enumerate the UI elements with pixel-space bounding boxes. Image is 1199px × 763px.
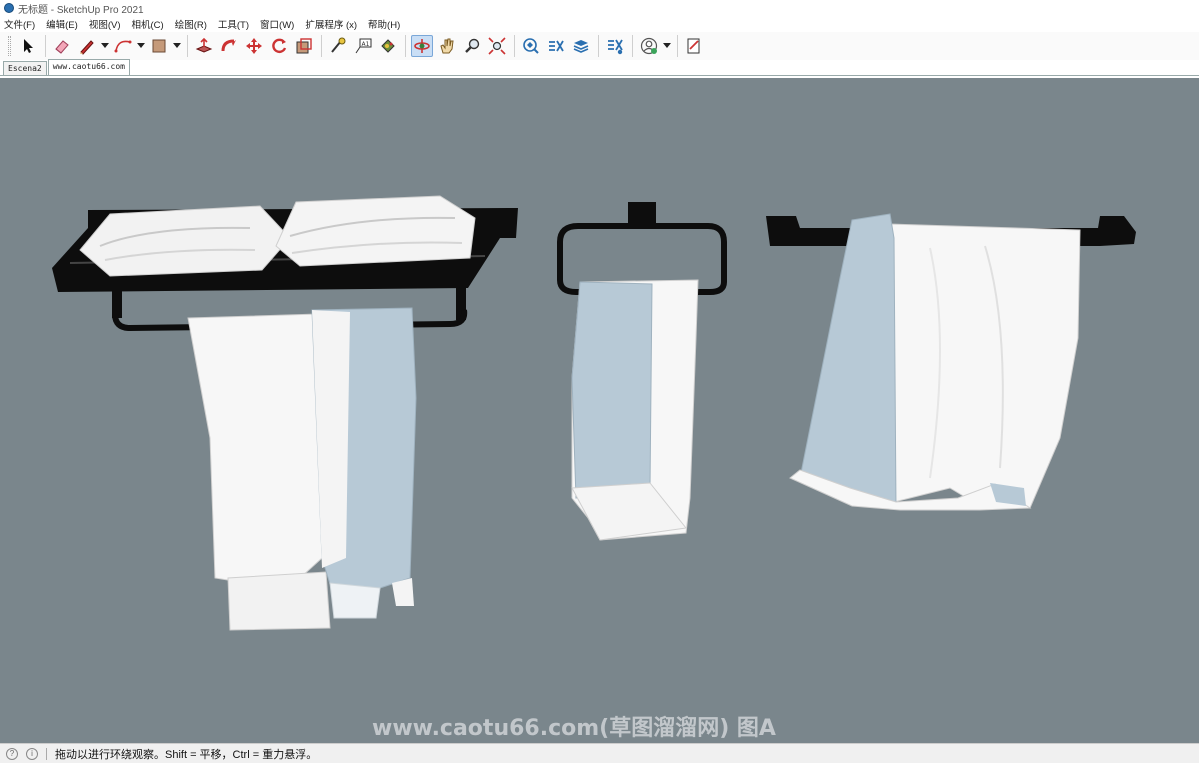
toolbar-separator [677,35,678,57]
zoom-icon[interactable] [461,35,483,57]
toolbar-separator [632,35,633,57]
menu-file[interactable]: 文件(F) [4,17,35,31]
menu-view[interactable]: 视图(V) [89,17,121,31]
status-bar: ? i 拖动以进行环绕观察。Shift = 平移，Ctrl = 重力悬浮。 [0,743,1199,763]
viewport-watermark: www.caotu66.com(草图溜溜网) 图A [372,716,776,741]
pencil-line-icon[interactable] [76,35,98,57]
menu-edit[interactable]: 编辑(E) [46,17,78,31]
scene-render [52,195,1136,631]
geolocation-icon[interactable]: ? [6,747,18,760]
status-separator [46,747,47,760]
arc-icon[interactable] [112,35,134,57]
folded-towel-right [275,195,476,267]
folded-towel-left [79,205,291,277]
menu-camera[interactable]: 相机(C) [131,17,163,31]
select-arrow-icon[interactable] [17,35,39,57]
info-icon[interactable]: i [26,747,38,760]
status-hint-text: 拖动以进行环绕观察。Shift = 平移，Ctrl = 重力悬浮。 [55,748,318,761]
pan-hand-icon[interactable] [436,35,458,57]
zoom-extents-icon[interactable] [486,35,508,57]
window-title: 无标题 - SketchUp Pro 2021 [18,4,144,16]
follow-me-icon[interactable] [218,35,240,57]
title-bar: 无标题 - SketchUp Pro 2021 [0,0,1199,16]
extension-warehouse-icon[interactable] [545,35,567,57]
toolbar-separator [405,35,406,57]
menu-window[interactable]: 窗口(W) [260,17,294,31]
eraser-icon[interactable] [51,35,73,57]
modeling-viewport[interactable]: www.caotu66.com(草图溜溜网) 图A [0,78,1199,743]
toolbar-separator [45,35,46,57]
menu-extensions[interactable]: 扩展程序 (x) [305,17,357,31]
main-toolbar: A1 [0,32,1199,60]
sketchup-logo-icon [4,3,14,13]
text-label-icon[interactable]: A1 [352,35,374,57]
3d-warehouse-icon[interactable] [520,35,542,57]
menu-tools[interactable]: 工具(T) [218,17,249,31]
pencil-dropdown-icon[interactable] [101,35,109,57]
toolbar-separator [598,35,599,57]
hanging-towel-left [187,307,417,631]
account-icon[interactable] [638,35,660,57]
scene-tabs-bar: Escena2 www.caotu66.com [0,59,1199,76]
scene-tab-caotu66[interactable]: www.caotu66.com [47,59,130,75]
menu-bar: 文件(F) 编辑(E) 视图(V) 相机(C) 绘图(R) 工具(T) 窗口(W… [0,16,1199,32]
extension-manager-icon[interactable] [604,35,626,57]
arc-dropdown-icon[interactable] [137,35,145,57]
rotate-icon[interactable] [268,35,290,57]
towel-ring-holder [557,202,727,295]
svg-text:A1: A1 [362,41,370,48]
scene-tab-escena2[interactable]: Escena2 [3,61,47,75]
toolbar-grip-handle[interactable] [8,36,11,56]
toolbar-separator [321,35,322,57]
account-dropdown-icon[interactable] [663,35,671,57]
scale-icon[interactable] [293,35,315,57]
toolbar-separator [514,35,515,57]
shape-dropdown-icon[interactable] [173,35,181,57]
layout-icon[interactable] [570,35,592,57]
menu-draw[interactable]: 绘图(R) [175,17,207,31]
tape-measure-icon[interactable] [327,35,349,57]
rectangle-shape-icon[interactable] [148,35,170,57]
orbit-icon[interactable] [411,35,433,57]
paint-bucket-icon[interactable] [377,35,399,57]
push-pull-icon[interactable] [193,35,215,57]
hanging-towel-right [789,213,1081,511]
move-icon[interactable] [243,35,265,57]
toolbar-separator [187,35,188,57]
menu-help[interactable]: 帮助(H) [368,17,400,31]
sketchup-notes-icon[interactable] [683,35,705,57]
hanging-towel-middle [571,279,699,541]
